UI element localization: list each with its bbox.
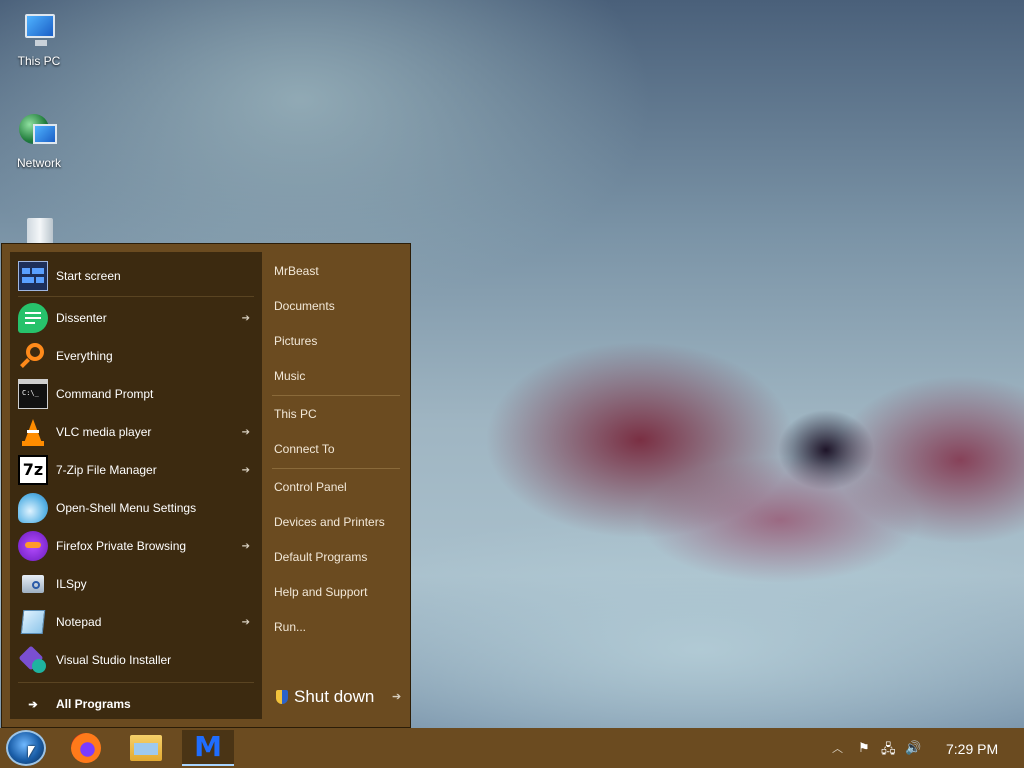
- menu-item-label: Firefox Private Browsing: [56, 539, 187, 553]
- menu-item-open-shell-settings[interactable]: Open-Shell Menu Settings: [10, 490, 262, 526]
- submenu-arrow-icon: ➔: [241, 464, 250, 476]
- places-item-default-programs[interactable]: Default Programs: [274, 547, 367, 567]
- uac-shield-icon: [276, 690, 288, 704]
- taskbar-clock[interactable]: 7:29 PM: [946, 741, 998, 757]
- submenu-arrow-icon: ➔: [241, 426, 250, 438]
- command-prompt-icon: C:\_: [18, 379, 48, 409]
- menu-item-label: Visual Studio Installer: [56, 653, 172, 667]
- desktop-icon-network[interactable]: Network: [8, 112, 70, 170]
- places-item-devices-printers[interactable]: Devices and Printers: [274, 512, 385, 532]
- menu-item-label: Dissenter: [56, 311, 107, 325]
- shutdown-label: Shut down: [294, 687, 375, 706]
- places-item-this-pc[interactable]: This PC: [274, 404, 317, 424]
- start-screen-icon: [18, 261, 48, 291]
- places-item-control-panel[interactable]: Control Panel: [274, 477, 347, 497]
- menu-item-start-screen[interactable]: Start screen: [10, 258, 262, 294]
- places-separator: [272, 395, 400, 396]
- flag-icon[interactable]: ⚑: [858, 740, 870, 756]
- taskbar-app-malwarebytes[interactable]: M: [182, 730, 234, 766]
- all-programs-label: All Programs: [56, 697, 131, 711]
- all-programs-button[interactable]: ➔ All Programs: [10, 686, 262, 722]
- file-explorer-icon: [130, 735, 162, 761]
- submenu-arrow-icon: ➔: [241, 312, 250, 324]
- ilspy-icon: [18, 569, 48, 599]
- places-separator: [272, 468, 400, 469]
- places-item-pictures[interactable]: Pictures: [274, 331, 317, 351]
- menu-item-label: Open-Shell Menu Settings: [56, 501, 197, 515]
- desktop-icon-label: This PC: [17, 54, 61, 68]
- menu-item-ilspy[interactable]: ILSpy: [10, 566, 262, 602]
- places-item-help-support[interactable]: Help and Support: [274, 582, 367, 602]
- taskbar-app-file-explorer[interactable]: [120, 730, 172, 766]
- computer-icon: [17, 10, 61, 50]
- submenu-arrow-icon: ➔: [241, 616, 250, 628]
- vs-installer-icon: [18, 645, 48, 675]
- volume-icon[interactable]: 🔊: [905, 740, 921, 756]
- open-shell-icon: [18, 493, 48, 523]
- places-item-connect-to[interactable]: Connect To: [274, 439, 335, 459]
- submenu-arrow-icon: ➔: [241, 540, 250, 552]
- arrow-right-icon: ➔: [28, 698, 38, 711]
- menu-item-label: Start screen: [56, 269, 121, 283]
- start-button[interactable]: [6, 730, 46, 766]
- dissenter-icon: [18, 303, 48, 333]
- firefox-icon: [71, 733, 101, 763]
- menu-item-label: ILSpy: [56, 577, 87, 591]
- menu-item-label: 7-Zip File Manager: [56, 463, 157, 477]
- menu-separator: [18, 296, 254, 297]
- desktop-icon-this-pc[interactable]: This PC: [8, 10, 70, 68]
- network-icon: [17, 112, 61, 152]
- taskbar: M: [0, 728, 1024, 768]
- places-item-documents[interactable]: Documents: [274, 296, 335, 316]
- start-menu: Start screen Dissenter ➔ Everything C:\_: [1, 243, 411, 728]
- malwarebytes-icon: M: [194, 730, 222, 763]
- menu-item-firefox-private[interactable]: Firefox Private Browsing ➔: [10, 528, 262, 564]
- menu-item-7zip[interactable]: 7z 7-Zip File Manager ➔: [10, 452, 262, 488]
- vlc-cone-icon: [18, 417, 48, 447]
- shutdown-button[interactable]: Shut down: [276, 685, 374, 709]
- menu-item-notepad[interactable]: Notepad ➔: [10, 604, 262, 640]
- chevron-up-icon[interactable]: ︿: [832, 740, 843, 756]
- menu-item-vlc[interactable]: VLC media player ➔: [10, 414, 262, 450]
- shutdown-options-arrow-icon[interactable]: ➔: [392, 690, 401, 703]
- menu-item-everything[interactable]: Everything: [10, 338, 262, 374]
- 7zip-icon: 7z: [18, 455, 48, 485]
- menu-item-label: Notepad: [56, 615, 102, 629]
- menu-separator: [18, 682, 254, 683]
- menu-item-command-prompt[interactable]: C:\_ Command Prompt: [10, 376, 262, 412]
- taskbar-app-firefox[interactable]: [60, 730, 112, 766]
- notepad-icon: [18, 607, 48, 637]
- menu-item-label: VLC media player: [56, 425, 152, 439]
- menu-item-label: Everything: [56, 349, 113, 363]
- everything-search-icon: [18, 341, 48, 371]
- places-item-music[interactable]: Music: [274, 366, 305, 386]
- firefox-private-icon: [18, 531, 48, 561]
- places-item-user-folder[interactable]: MrBeast: [274, 261, 319, 281]
- mouse-cursor-icon: [28, 746, 35, 758]
- menu-item-dissenter[interactable]: Dissenter ➔: [10, 300, 262, 336]
- menu-item-vs-installer[interactable]: Visual Studio Installer: [10, 642, 262, 678]
- places-item-run[interactable]: Run...: [274, 617, 306, 637]
- desktop-icon-label: Network: [16, 156, 61, 170]
- menu-item-label: Command Prompt: [56, 387, 154, 401]
- network-icon[interactable]: 🖧: [881, 740, 896, 762]
- start-menu-programs-panel: Start screen Dissenter ➔ Everything C:\_: [10, 252, 262, 719]
